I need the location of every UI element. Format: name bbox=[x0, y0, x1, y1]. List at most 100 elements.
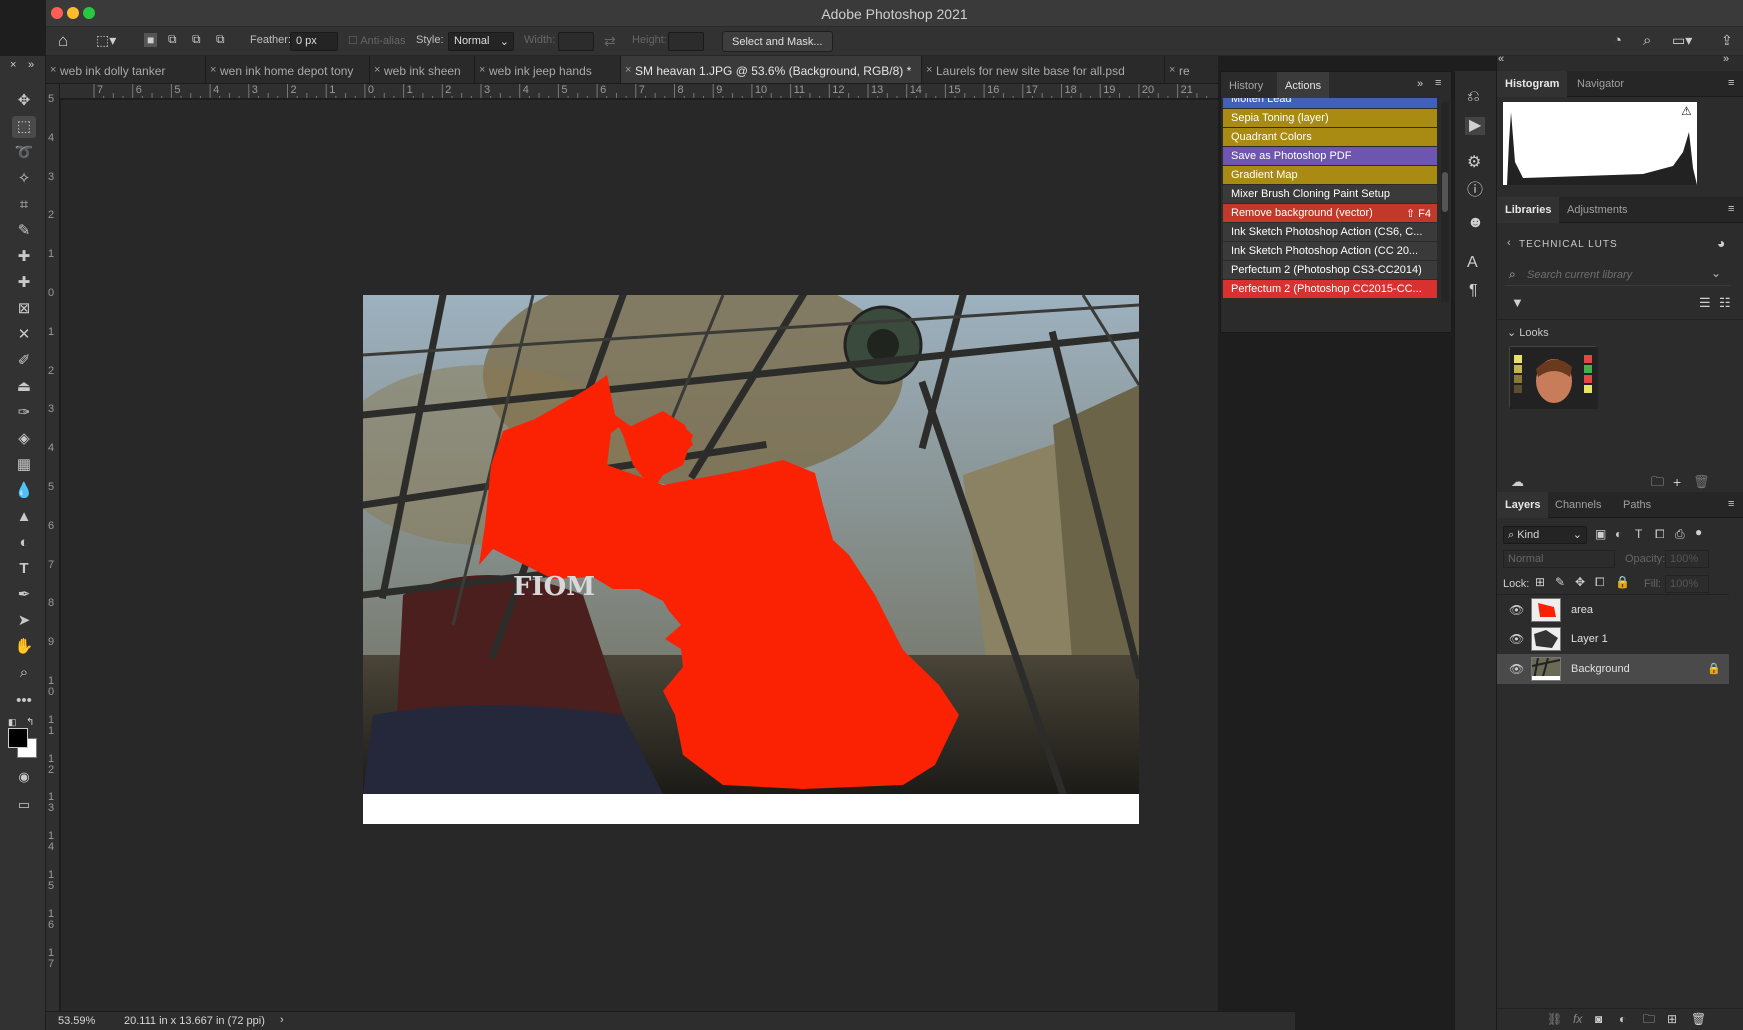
eraser-tool-icon[interactable]: ◈ bbox=[12, 428, 36, 450]
lock-all-icon[interactable]: 🔒 bbox=[1615, 576, 1630, 588]
back-icon[interactable]: ‹ bbox=[1507, 237, 1511, 249]
dodge-tool-icon[interactable]: ◐ bbox=[12, 532, 36, 554]
add-element-icon[interactable]: + bbox=[1673, 475, 1681, 489]
lock-position-icon[interactable]: ✥ bbox=[1575, 576, 1585, 588]
zoom-level[interactable]: 53.59% bbox=[58, 1015, 95, 1027]
fill-input[interactable]: 100% bbox=[1665, 575, 1709, 593]
content-aware-move-tool-icon[interactable]: ✕ bbox=[12, 324, 36, 346]
home-icon[interactable]: ⌂ bbox=[58, 32, 68, 49]
tab-histogram[interactable]: Histogram bbox=[1497, 71, 1568, 97]
filter-smart-object-icon[interactable]: ⎙ bbox=[1675, 528, 1685, 540]
new-selection-icon[interactable]: ■ bbox=[144, 33, 158, 47]
rectangular-marquee-tool-icon[interactable]: ⬚ bbox=[12, 116, 36, 138]
layer-row-layer-1[interactable]: 👁 Layer 1 bbox=[1497, 624, 1729, 654]
add-selection-icon[interactable]: ⧉ bbox=[168, 33, 177, 45]
expand-panel-icon[interactable]: » bbox=[28, 60, 34, 71]
tab-actions[interactable]: Actions bbox=[1277, 72, 1330, 98]
zoom-tool-icon[interactable]: ⌕ bbox=[12, 662, 36, 684]
tab-web-ink-jeep-hands[interactable]: × web ink jeep hands bbox=[475, 56, 621, 83]
screen-mode-icon[interactable]: ▭ bbox=[12, 794, 36, 816]
character-panel-icon[interactable]: A bbox=[1467, 255, 1478, 271]
blend-mode-select[interactable]: Normal bbox=[1503, 550, 1615, 568]
move-tool-icon[interactable]: ✥ bbox=[12, 90, 36, 112]
search-icon[interactable]: ⌕ bbox=[1643, 33, 1651, 48]
lock-artboard-icon[interactable]: ⧠ bbox=[1595, 576, 1605, 588]
list-view-icon[interactable]: ☷ bbox=[1719, 296, 1731, 309]
filter-toggle-icon[interactable]: ● bbox=[1695, 526, 1702, 538]
add-mask-icon[interactable]: ◙ bbox=[1595, 1013, 1602, 1025]
actions-scrollbar[interactable] bbox=[1441, 102, 1449, 302]
panel-menu-icon[interactable]: ≡ bbox=[1728, 204, 1734, 215]
library-search-field[interactable]: ⌕ Search current library ⌄ bbox=[1505, 264, 1731, 286]
action-item[interactable]: Sepia Toning (layer) bbox=[1223, 109, 1437, 128]
eyedropper-tool-icon[interactable]: ✎ bbox=[12, 220, 36, 242]
learn-icon[interactable]: ◔ bbox=[1613, 33, 1622, 48]
history-brush-tool-icon[interactable]: ✑ bbox=[12, 402, 36, 424]
new-folder-icon[interactable]: 🗀 bbox=[1651, 475, 1664, 488]
close-icon[interactable]: × bbox=[50, 64, 56, 76]
close-icon[interactable]: × bbox=[210, 64, 216, 76]
antialias-checkbox[interactable]: ☐ Anti-alias bbox=[348, 34, 406, 47]
scrollbar-thumb[interactable] bbox=[1442, 172, 1448, 212]
collapse-dock-icon[interactable]: « bbox=[1498, 54, 1504, 65]
action-item[interactable]: Remove background (vector) ⇧ F4 bbox=[1223, 204, 1437, 223]
tab-libraries[interactable]: Libraries bbox=[1497, 197, 1560, 223]
collapse-panel-icon[interactable]: » bbox=[1417, 79, 1423, 90]
history-panel-icon[interactable]: ⎌ bbox=[1467, 89, 1480, 105]
width-input[interactable] bbox=[558, 32, 594, 51]
new-group-icon[interactable]: 🗀 bbox=[1643, 1013, 1655, 1025]
frame-tool-icon[interactable]: ⊠ bbox=[12, 298, 36, 320]
workspace-icon[interactable]: ▭▾ bbox=[1672, 33, 1692, 47]
new-adjustment-layer-icon[interactable]: ◐ bbox=[1619, 1013, 1626, 1025]
action-item[interactable]: Ink Sketch Photoshop Action (CC 20... bbox=[1223, 242, 1437, 261]
tab-web-ink-sheen[interactable]: × web ink sheen bbox=[370, 56, 475, 83]
tab-laurels[interactable]: × Laurels for new site base for all.psd bbox=[922, 56, 1165, 83]
properties-panel-icon[interactable]: ⚙ bbox=[1467, 155, 1481, 171]
default-colors-icon[interactable]: ◧ bbox=[8, 718, 17, 727]
action-item[interactable]: Save as Photoshop PDF bbox=[1223, 147, 1437, 166]
panel-menu-icon[interactable]: ≡ bbox=[1728, 78, 1734, 89]
library-settings-icon[interactable]: ◕ bbox=[1717, 236, 1725, 250]
delete-icon[interactable]: 🗑 bbox=[1693, 475, 1710, 488]
filter-icon[interactable]: ▼ bbox=[1511, 296, 1524, 309]
filter-pixel-icon[interactable]: ▣ bbox=[1595, 528, 1606, 540]
eye-icon[interactable]: 👁 bbox=[1509, 632, 1524, 646]
look-thumbnail[interactable] bbox=[1509, 346, 1598, 409]
brush-tool-icon[interactable]: ✐ bbox=[12, 350, 36, 372]
eye-icon[interactable]: 👁 bbox=[1509, 662, 1524, 676]
tab-sm-heavan[interactable]: × SM heavan 1.JPG @ 53.6% (Background, RG… bbox=[621, 56, 922, 83]
action-item[interactable]: Gradient Map bbox=[1223, 166, 1437, 185]
select-and-mask-button[interactable]: Select and Mask... bbox=[722, 31, 833, 52]
filter-adjustment-icon[interactable]: ◐ bbox=[1615, 528, 1622, 540]
hand-tool-icon[interactable]: ✋ bbox=[12, 636, 36, 658]
crop-tool-icon[interactable]: ⌗ bbox=[12, 194, 36, 216]
opacity-input[interactable]: 100% bbox=[1665, 550, 1709, 568]
horizontal-ruler[interactable]: 7 6 5 4 3 2 1 0 1 2 3 4 5 6 7 8 9 10 11 12 13 14 15 16 17 18 19 20 2… bbox=[60, 84, 1218, 99]
panel-menu-icon[interactable]: ≡ bbox=[1435, 78, 1441, 89]
document-image[interactable]: FIOM bbox=[363, 295, 1139, 824]
cloud-sync-icon[interactable]: ☁ bbox=[1511, 475, 1524, 488]
tab-paths[interactable]: Paths bbox=[1615, 492, 1659, 518]
delete-layer-icon[interactable]: 🗑 bbox=[1691, 1013, 1706, 1025]
subtract-selection-icon[interactable]: ⧉ bbox=[192, 33, 201, 45]
type-tool-icon[interactable]: T bbox=[12, 558, 36, 580]
quick-mask-icon[interactable]: ◉ bbox=[12, 766, 36, 788]
magic-wand-tool-icon[interactable]: ✧ bbox=[12, 168, 36, 190]
swap-colors-icon[interactable]: ↰ bbox=[26, 718, 34, 728]
close-icon[interactable]: × bbox=[374, 64, 380, 76]
filter-shape-icon[interactable]: ⧠ bbox=[1655, 528, 1665, 540]
marquee-tool-preset-icon[interactable]: ⬚▾ bbox=[96, 33, 116, 47]
paragraph-panel-icon[interactable]: ¶ bbox=[1469, 283, 1478, 299]
feather-input[interactable]: 0 px bbox=[290, 32, 338, 51]
info-panel-icon[interactable]: ⓘ bbox=[1467, 183, 1483, 199]
path-selection-tool-icon[interactable]: ➤ bbox=[12, 610, 36, 632]
tab-navigator[interactable]: Navigator bbox=[1569, 71, 1632, 97]
tab-web-ink-dolly-tanker[interactable]: × web ink dolly tanker bbox=[46, 56, 206, 83]
close-icon[interactable]: × bbox=[1169, 64, 1175, 76]
layer-name[interactable]: Background bbox=[1571, 663, 1630, 675]
action-item[interactable]: Perfectum 2 (Photoshop CC2015-CC... bbox=[1223, 280, 1437, 299]
vertical-ruler[interactable]: 5432101234567891 01 11 21 31 41 51 61 7 bbox=[46, 84, 60, 1011]
looks-section[interactable]: ⌄ Looks bbox=[1507, 326, 1549, 339]
lock-icon[interactable]: 🔒 bbox=[1707, 662, 1721, 675]
lock-transparent-icon[interactable]: ⊞ bbox=[1535, 576, 1545, 588]
